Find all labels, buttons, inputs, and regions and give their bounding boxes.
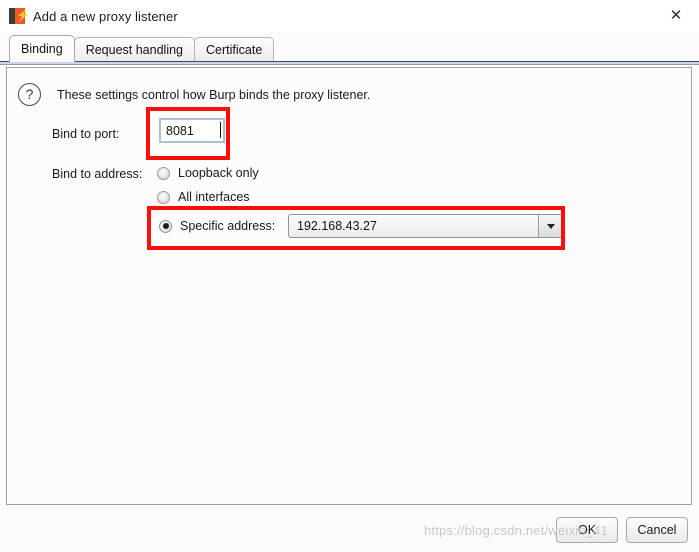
tab-bar: Binding Request handling Certificate: [0, 32, 699, 65]
radio-button-specific-address-icon[interactable]: [159, 219, 172, 233]
bind-to-address-label: Bind to address:: [52, 167, 143, 181]
bind-to-port-input[interactable]: [159, 118, 225, 143]
radio-loopback-only[interactable]: Loopback only: [157, 166, 259, 180]
specific-address-dropdown[interactable]: 192.168.43.27: [288, 214, 563, 238]
chevron-down-icon[interactable]: [538, 215, 562, 237]
window-title: Add a new proxy listener: [33, 8, 178, 24]
bind-to-port-label: Bind to port:: [52, 127, 120, 141]
help-row: ? These settings control how Burp binds …: [18, 83, 370, 106]
burp-suite-icon: ⚡: [9, 8, 30, 24]
help-description: These settings control how Burp binds th…: [57, 87, 371, 102]
watermark-text: https://blog.csdn.net/weixin_41: [424, 523, 608, 538]
cancel-button[interactable]: Cancel: [626, 517, 688, 543]
tab-binding[interactable]: Binding: [9, 35, 75, 62]
radio-loopback-label: Loopback only: [178, 166, 259, 180]
radio-button-all-interfaces-icon[interactable]: [157, 190, 170, 204]
close-icon[interactable]: ✕: [653, 0, 699, 31]
radio-specific-address[interactable]: Specific address:: [159, 219, 275, 233]
question-mark-icon[interactable]: ?: [18, 83, 41, 106]
specific-address-value: 192.168.43.27: [297, 219, 377, 233]
radio-all-interfaces-label: All interfaces: [178, 190, 250, 204]
text-caret: [220, 122, 221, 138]
binding-settings-panel: ? These settings control how Burp binds …: [6, 67, 692, 505]
window-titlebar: ⚡ Add a new proxy listener ✕: [0, 0, 699, 33]
tab-request-handling[interactable]: Request handling: [73, 37, 195, 62]
tab-underline: [0, 61, 699, 65]
radio-specific-address-label: Specific address:: [180, 219, 276, 233]
tab-certificate[interactable]: Certificate: [194, 37, 275, 62]
radio-button-loopback-icon[interactable]: [157, 166, 170, 180]
radio-all-interfaces[interactable]: All interfaces: [157, 190, 250, 204]
